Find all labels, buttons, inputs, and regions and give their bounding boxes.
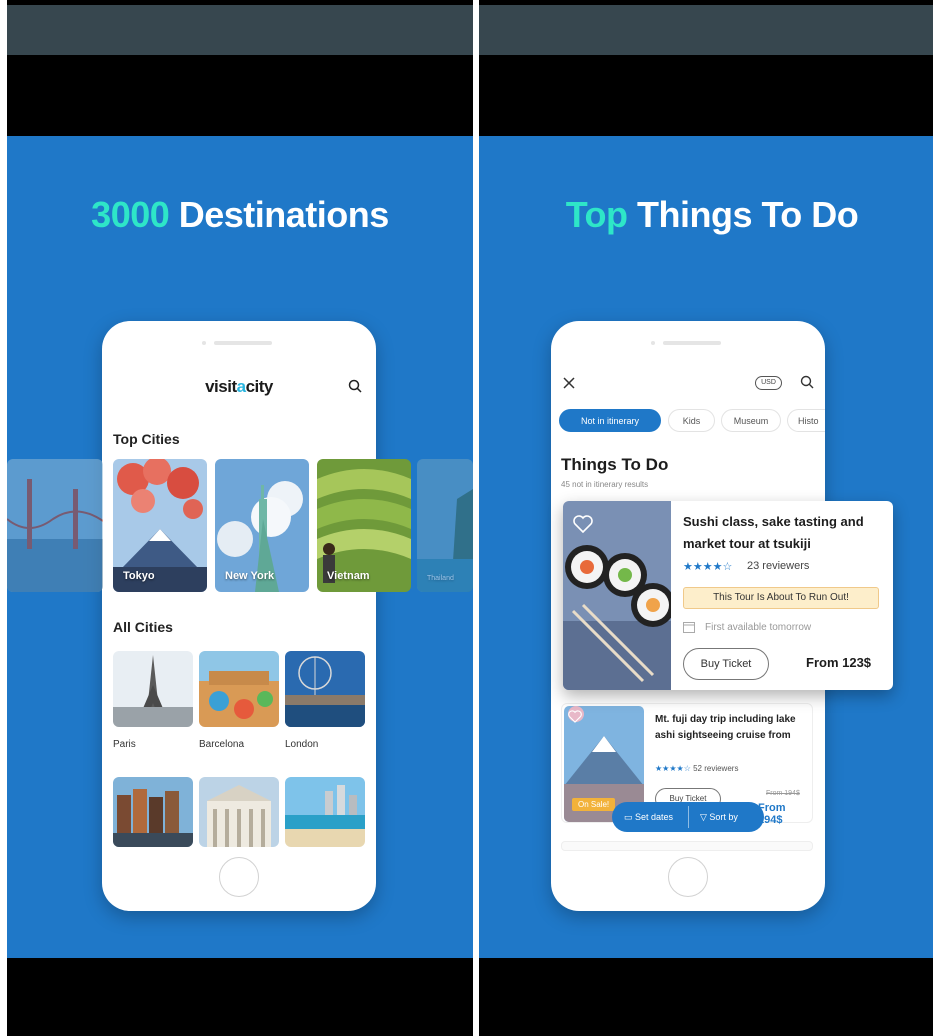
promo-background: 3000 Destinations visitacity Top Cities … (7, 136, 473, 958)
filter-chip-not-in-itinerary[interactable]: Not in itinerary (559, 409, 661, 432)
featured-activity-card[interactable]: Sushi class, sake tasting and market tou… (563, 501, 893, 690)
headline: 3000 Destinations (7, 194, 473, 236)
all-cities-title: All Cities (113, 619, 173, 635)
activity-title: Sushi class, sake tasting and market tou… (683, 514, 864, 551)
city-label-london: London (285, 739, 319, 750)
divider (688, 806, 689, 828)
calendar-icon: ▭ (624, 812, 636, 822)
heart-icon[interactable] (568, 710, 582, 723)
city-label-vietnam: Vietnam (327, 570, 370, 582)
sort-by-button[interactable]: ▽ Sort by (700, 802, 738, 832)
search-icon[interactable] (348, 379, 362, 393)
left-panel: 3000 Destinations visitacity Top Cities … (7, 0, 473, 1036)
city-thumb-london[interactable] (285, 651, 365, 727)
results-count: 45 not in itinerary results (561, 480, 649, 489)
currency-toggle[interactable]: USD (755, 376, 782, 390)
city-thumb-tel-aviv[interactable] (285, 777, 365, 847)
city-label-tokyo: Tokyo (123, 570, 155, 582)
headline-accent: Top (565, 194, 628, 235)
search-icon[interactable] (800, 375, 814, 389)
phone-speaker (214, 341, 272, 345)
headline-text: Things To Do (627, 194, 859, 235)
star-rating: ★★★★☆ (683, 561, 733, 573)
floating-action-bar: ▭ Set dates ▽ Sort by (612, 802, 764, 832)
city-label-barcelona: Barcelona (199, 739, 245, 750)
activity-title: Mt. fuji day trip including lake ashi si… (655, 714, 796, 741)
home-button (219, 857, 259, 897)
phone-mockup: visitacity Top Cities All Cities Paris B… (102, 321, 376, 911)
review-count: 52 reviewers (693, 764, 739, 773)
activity-image-sushi (563, 501, 671, 690)
home-button (668, 857, 708, 897)
section-title: Things To Do (561, 455, 669, 474)
city-thumb-barcelona[interactable] (199, 651, 279, 727)
star-rating: ★★★★☆ (655, 764, 691, 773)
availability-text: First available tomorrow (705, 622, 812, 633)
headline-text: Destinations (169, 194, 390, 235)
headline-accent: 3000 (91, 194, 170, 235)
close-icon[interactable] (563, 377, 575, 389)
top-bar (479, 5, 933, 55)
activity-rating: ★★★★☆ 52 reviewers (655, 764, 738, 773)
sale-price: From 194$ (758, 802, 786, 826)
city-thumb-moscow[interactable] (199, 777, 279, 847)
availability-alert: This Tour Is About To Run Out! (683, 587, 879, 609)
top-bar (7, 5, 473, 55)
city-thumb-amsterdam[interactable] (113, 777, 193, 847)
city-label-thailand: Thailand (427, 575, 454, 582)
city-thumb-paris[interactable] (113, 651, 193, 727)
city-label-paris: Paris (113, 739, 136, 750)
top-cities-title: Top Cities (113, 431, 180, 447)
city-card-thailand[interactable]: Thailand (417, 459, 473, 592)
filter-chip-museum[interactable]: Museum (721, 409, 781, 432)
filter-chip-kids[interactable]: Kids (668, 409, 715, 432)
city-card-tokyo[interactable]: Tokyo (113, 459, 207, 592)
city-card-new-york[interactable]: New York (215, 459, 309, 592)
calendar-icon (683, 622, 695, 633)
review-count: 23 reviewers (747, 560, 810, 572)
phone-camera (651, 341, 655, 345)
filter-chip-history[interactable]: Histo (787, 409, 825, 432)
headline: Top Things To Do (479, 194, 933, 236)
price: From 123$ (806, 655, 872, 670)
city-card-san-francisco[interactable] (7, 459, 103, 592)
phone-speaker (663, 341, 721, 345)
city-label-new-york: New York (225, 570, 275, 582)
right-panel: Top Things To Do USD Not in itinerary Ki… (479, 0, 933, 1036)
sale-badge: On Sale! (572, 798, 616, 811)
heart-icon[interactable] (573, 515, 593, 533)
promo-background: Top Things To Do USD Not in itinerary Ki… (479, 136, 933, 958)
old-price: From 194$ (766, 790, 800, 797)
set-dates-button[interactable]: ▭ Set dates (624, 802, 673, 832)
buy-ticket-button[interactable]: Buy Ticket (683, 648, 769, 680)
phone-camera (202, 341, 206, 345)
filter-icon: ▽ (700, 812, 710, 822)
app-logo: visitacity (205, 377, 273, 396)
city-card-vietnam[interactable]: Vietnam (317, 459, 411, 592)
next-card-peek (561, 841, 813, 851)
